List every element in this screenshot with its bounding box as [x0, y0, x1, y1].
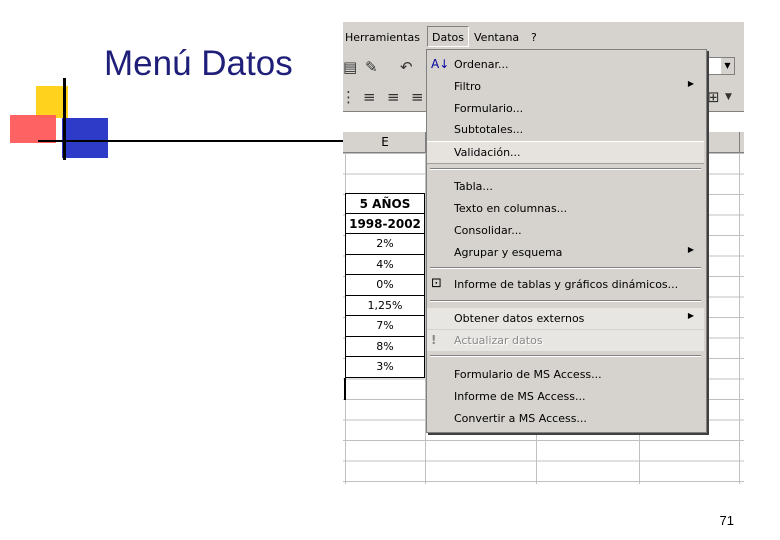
table-cell[interactable]: 0%: [345, 275, 425, 296]
menu-item-formulario-ms-access[interactable]: Formulario de MS Access...: [427, 364, 704, 385]
decor-horizontal-line: [38, 140, 344, 142]
slide-title: Menú Datos: [104, 44, 293, 83]
menu-item-label: Actualizar datos: [454, 334, 543, 347]
menu-item-actualizar-datos: ! Actualizar datos: [427, 330, 704, 351]
menu-ventana[interactable]: Ventana: [474, 31, 519, 44]
menu-separator: [430, 300, 701, 302]
submenu-arrow-icon: ▶: [687, 311, 694, 320]
column-header-e[interactable]: E: [345, 132, 426, 152]
menu-item-label: Ordenar...: [454, 58, 509, 71]
menu-item-label: Formulario...: [454, 102, 524, 115]
slide-number: 71: [719, 513, 734, 528]
menu-item-label: Validación...: [454, 146, 521, 159]
undo-icon[interactable]: ↶: [400, 58, 413, 76]
menu-item-informe-tablas-dinamicas[interactable]: ⊡ Informe de tablas y gráficos dinámicos…: [427, 274, 704, 295]
data-column: 5 AÑOS 1998-2002 2% 4% 0% 1,25% 7% 8% 3%: [345, 193, 425, 378]
format-painter-icon[interactable]: ✎: [365, 58, 378, 76]
cell-cursor: [344, 378, 346, 400]
menu-item-label: Filtro: [454, 80, 481, 93]
menu-item-label: Obtener datos externos: [454, 312, 585, 325]
menu-item-obtener-datos-externos[interactable]: Obtener datos externos ▶: [427, 308, 704, 329]
borders-icon[interactable]: ⊞: [707, 88, 720, 106]
menu-item-label: Formulario de MS Access...: [454, 368, 602, 381]
print-icon[interactable]: ▤: [343, 58, 357, 76]
table-cell[interactable]: 3%: [345, 357, 425, 378]
menu-separator: [430, 168, 701, 170]
submenu-arrow-icon: ▶: [687, 245, 694, 254]
menu-item-label: Informe de MS Access...: [454, 390, 586, 403]
table-cell[interactable]: 1,25%: [345, 295, 425, 316]
menu-item-texto-en-columnas[interactable]: Texto en columnas...: [427, 198, 704, 219]
menu-item-agrupar-y-esquema[interactable]: Agrupar y esquema ▶: [427, 242, 704, 263]
submenu-arrow-icon: ▶: [687, 79, 694, 88]
table-cell[interactable]: 5 AÑOS: [345, 193, 425, 214]
table-cell[interactable]: 7%: [345, 316, 425, 337]
menu-item-convertir-ms-access[interactable]: Convertir a MS Access...: [427, 408, 704, 429]
align-left-icon[interactable]: ≡: [363, 88, 376, 106]
menu-item-label: Convertir a MS Access...: [454, 412, 587, 425]
table-cell[interactable]: 2%: [345, 234, 425, 255]
menu-herramientas[interactable]: Herramientas: [345, 31, 420, 44]
menu-item-informe-ms-access[interactable]: Informe de MS Access...: [427, 386, 704, 407]
menu-item-label: Consolidar...: [454, 224, 522, 237]
menu-item-label: Texto en columnas...: [454, 202, 568, 215]
pivot-table-icon: ⊡: [431, 276, 442, 291]
menu-item-label: Subtotales...: [454, 123, 524, 136]
table-cell[interactable]: 4%: [345, 254, 425, 275]
menu-item-tabla[interactable]: Tabla...: [427, 176, 704, 197]
chevron-down-icon[interactable]: ▼: [721, 58, 734, 74]
sort-az-icon: A↓: [431, 57, 450, 71]
decor-red-square: [10, 115, 56, 143]
menu-item-label: Tabla...: [454, 180, 493, 193]
menu-item-formulario[interactable]: Formulario...: [427, 98, 704, 119]
menu-bar: Herramientas Datos Ventana ?: [343, 22, 744, 51]
menu-item-consolidar[interactable]: Consolidar...: [427, 220, 704, 241]
menu-item-subtotales[interactable]: Subtotales...: [427, 119, 704, 140]
datos-dropdown-menu: A↓ Ordenar... Filtro ▶ Formulario... Sub…: [426, 49, 707, 433]
menu-datos-label: Datos: [432, 31, 464, 44]
toolbar-handle-icon: ⋮: [343, 88, 356, 106]
decor-blue-square: [62, 118, 108, 158]
chevron-down-icon[interactable]: ▼: [725, 92, 732, 102]
column-divider: [739, 132, 740, 152]
menu-datos[interactable]: Datos: [427, 26, 469, 47]
menu-separator: [430, 267, 701, 269]
grid-line: [739, 153, 740, 484]
table-cell[interactable]: 8%: [345, 336, 425, 357]
table-cell[interactable]: 1998-2002: [345, 213, 425, 234]
menu-item-label: Agrupar y esquema: [454, 246, 563, 259]
align-right-icon[interactable]: ≡: [411, 88, 424, 106]
menu-item-label: Informe de tablas y gráficos dinámicos..…: [454, 278, 679, 291]
menu-help[interactable]: ?: [531, 31, 537, 44]
decor-vertical-line: [63, 78, 66, 160]
menu-item-ordenar[interactable]: A↓ Ordenar...: [427, 54, 704, 75]
menu-separator: [430, 355, 701, 357]
menu-item-filtro[interactable]: Filtro ▶: [427, 76, 704, 97]
menu-item-validacion[interactable]: Validación...: [427, 141, 704, 164]
refresh-exclamation-icon: !: [431, 333, 437, 347]
align-center-icon[interactable]: ≡: [387, 88, 400, 106]
